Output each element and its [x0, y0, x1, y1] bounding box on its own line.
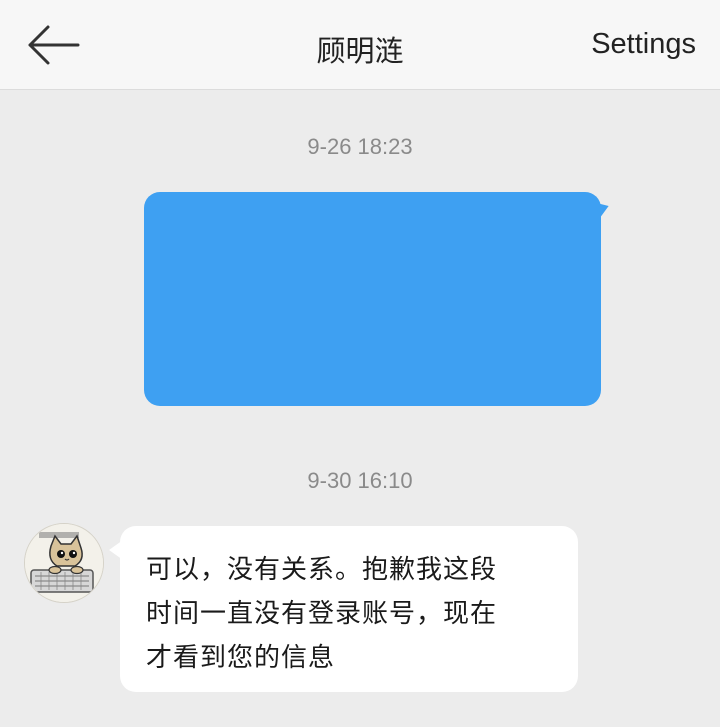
- arrow-left-icon: [28, 25, 80, 65]
- message-timestamp: 9-26 18:23: [307, 134, 413, 159]
- cat-avatar-icon: [25, 524, 103, 602]
- message-timestamp: 9-30 16:10: [307, 468, 413, 493]
- top-bar: 顾明涟 Settings: [0, 0, 720, 90]
- received-message-bubble[interactable]: 可以，没有关系。抱歉我这段 时间一直没有登录账号，现在 才看到您的信息: [120, 526, 578, 692]
- message-line: 可以，没有关系。抱歉我这段: [146, 555, 498, 585]
- back-button[interactable]: [22, 22, 84, 68]
- sent-message-bubble[interactable]: [144, 192, 601, 406]
- message-line: 才看到您的信息: [146, 643, 336, 673]
- message-line: 时间一直没有登录账号，现在: [146, 599, 498, 629]
- avatar[interactable]: [24, 523, 104, 603]
- settings-button[interactable]: Settings: [591, 28, 696, 61]
